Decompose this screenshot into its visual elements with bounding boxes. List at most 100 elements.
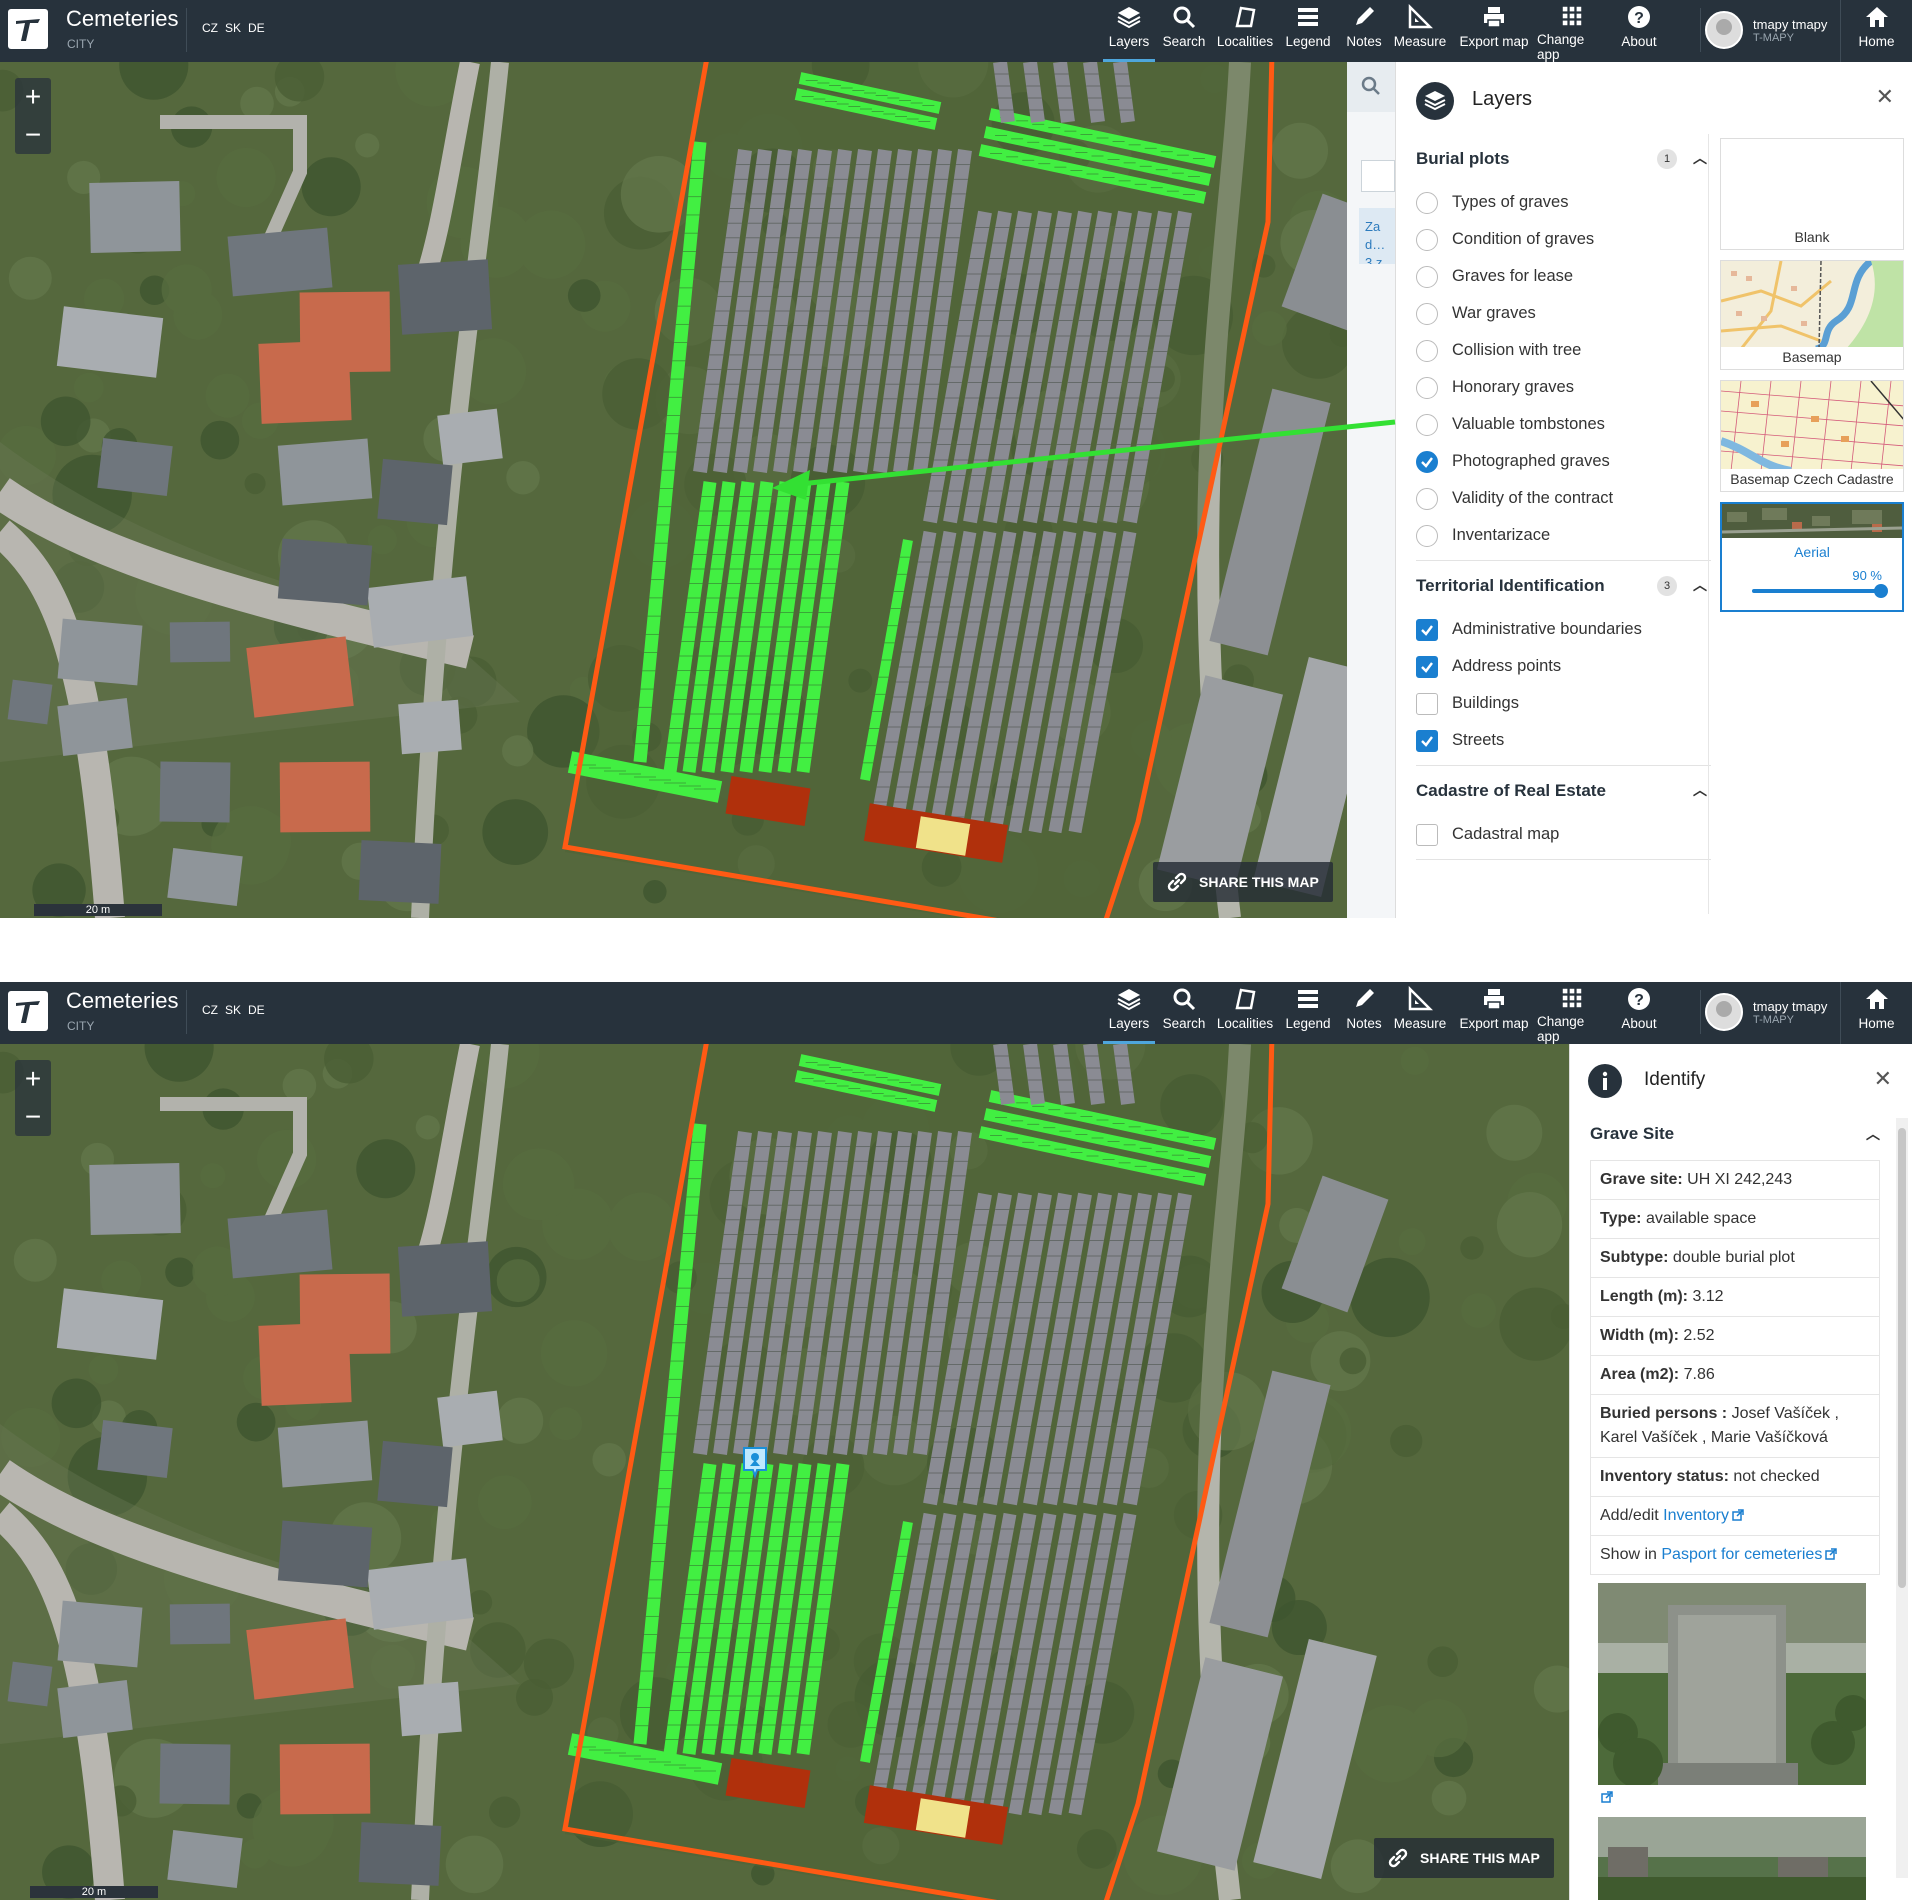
layer-radio[interactable]: [1416, 487, 1438, 510]
tool-about[interactable]: ? About: [1607, 0, 1671, 62]
zoom-in-button[interactable]: +: [15, 1060, 51, 1098]
tool-legend[interactable]: Legend: [1277, 0, 1339, 62]
close-icon[interactable]: ✕: [1876, 84, 1894, 110]
external-link-icon[interactable]: [1590, 1785, 1880, 1811]
layer-item[interactable]: Valuable tombstones: [1416, 406, 1711, 443]
layer-item[interactable]: Inventarizace: [1416, 517, 1711, 554]
tool-export-map[interactable]: Export map: [1451, 982, 1537, 1044]
app-logo[interactable]: [8, 9, 48, 49]
tool-legend[interactable]: Legend: [1277, 982, 1339, 1044]
tool-export-map[interactable]: Export map: [1451, 0, 1537, 62]
chevron-up-icon[interactable]: ︿: [1693, 148, 1707, 168]
tool-notes[interactable]: Notes: [1339, 982, 1389, 1044]
layer-item[interactable]: Photographed graves: [1416, 443, 1711, 480]
share-map-button[interactable]: SHARE THIS MAP: [1374, 1838, 1554, 1878]
zoom-out-button[interactable]: −: [15, 1098, 51, 1136]
app-logo[interactable]: [8, 991, 48, 1031]
legend-icon: [1298, 8, 1318, 26]
layer-group-header[interactable]: Burial plots 1 ︿: [1416, 134, 1711, 184]
home-button[interactable]: Home: [1840, 982, 1912, 1044]
chevron-up-icon[interactable]: ︿: [1693, 575, 1707, 595]
lang-de[interactable]: DE: [248, 1003, 265, 1017]
layer-radio[interactable]: [1416, 376, 1438, 399]
zoom-out-button[interactable]: −: [15, 116, 51, 154]
layer-radio[interactable]: [1416, 413, 1438, 436]
layer-radio[interactable]: [1416, 302, 1438, 325]
aerial-map[interactable]: [0, 62, 1347, 918]
layer-group-header[interactable]: Cadastre of Real Estate ︿: [1416, 766, 1711, 816]
search-input-edge[interactable]: [1361, 160, 1395, 192]
tool-search[interactable]: Search: [1155, 0, 1213, 62]
pasport-link[interactable]: Pasport for cemeteries: [1661, 1546, 1838, 1563]
layer-radio[interactable]: [1416, 191, 1438, 214]
tool-search[interactable]: Search: [1155, 982, 1213, 1044]
tool-about[interactable]: ? About: [1607, 982, 1671, 1044]
map-view[interactable]: [0, 62, 1347, 918]
layer-item[interactable]: Condition of graves: [1416, 221, 1711, 258]
map-view[interactable]: [0, 1044, 1569, 1900]
tool-layers[interactable]: Layers: [1103, 982, 1155, 1044]
section-header[interactable]: Grave Site ︿: [1590, 1114, 1880, 1154]
layer-checkbox[interactable]: [1416, 618, 1438, 641]
layer-item[interactable]: Streets: [1416, 722, 1711, 759]
scrollbar[interactable]: [1896, 1118, 1908, 1878]
home-button[interactable]: Home: [1840, 0, 1912, 62]
tool-change-app[interactable]: Change app: [1537, 0, 1607, 62]
layer-item[interactable]: War graves: [1416, 295, 1711, 332]
user-menu[interactable]: tmapy tmapy T-MAPY: [1700, 8, 1827, 52]
layer-item[interactable]: Types of graves: [1416, 184, 1711, 221]
basemap-basemap[interactable]: Basemap: [1720, 260, 1904, 370]
layer-item[interactable]: Collision with tree: [1416, 332, 1711, 369]
basemap-blank[interactable]: Blank: [1720, 138, 1904, 250]
lang-cz[interactable]: CZ: [202, 1003, 218, 1017]
layer-item[interactable]: Address points: [1416, 648, 1711, 685]
layer-radio[interactable]: [1416, 339, 1438, 362]
chevron-up-icon[interactable]: ︿: [1693, 780, 1707, 800]
tool-change-app[interactable]: Change app: [1537, 982, 1607, 1044]
layer-radio[interactable]: [1416, 450, 1438, 473]
layer-radio[interactable]: [1416, 265, 1438, 288]
grave-photo[interactable]: [1598, 1817, 1866, 1900]
search-panel-edge[interactable]: [1347, 62, 1395, 112]
basemap-czech-cadastre[interactable]: Basemap Czech Cadastre: [1720, 380, 1904, 492]
opacity-slider[interactable]: [1752, 584, 1888, 598]
zoom-in-button[interactable]: +: [15, 78, 51, 116]
close-icon[interactable]: ✕: [1874, 1066, 1892, 1092]
tool-layers[interactable]: Layers: [1103, 0, 1155, 62]
scrollbar-thumb[interactable]: [1898, 1128, 1906, 1588]
lang-cz[interactable]: CZ: [202, 21, 218, 35]
tool-measure[interactable]: Measure: [1389, 982, 1451, 1044]
layer-item[interactable]: Honorary graves: [1416, 369, 1711, 406]
lang-sk[interactable]: SK: [225, 21, 241, 35]
layer-checkbox[interactable]: [1416, 692, 1438, 715]
layer-group-header[interactable]: Territorial Identification 3 ︿: [1416, 561, 1711, 611]
layer-checkbox[interactable]: [1416, 655, 1438, 678]
aerial-map[interactable]: [0, 1044, 1569, 1900]
layer-item[interactable]: Cadastral map: [1416, 816, 1711, 853]
layer-item[interactable]: Graves for lease: [1416, 258, 1711, 295]
layer-label: Honorary graves: [1452, 378, 1574, 396]
basemap-label: Basemap Czech Cadastre: [1721, 469, 1903, 491]
home-icon: [1865, 7, 1888, 27]
layer-radio[interactable]: [1416, 228, 1438, 251]
layer-item[interactable]: Validity of the contract: [1416, 480, 1711, 517]
tool-measure[interactable]: Measure: [1389, 0, 1451, 62]
tool-localities[interactable]: Localities: [1213, 982, 1277, 1044]
grave-photo[interactable]: [1598, 1583, 1866, 1785]
inventory-link[interactable]: Inventory: [1663, 1507, 1744, 1524]
layer-checkbox[interactable]: [1416, 823, 1438, 846]
layer-item[interactable]: Administrative boundaries: [1416, 611, 1711, 648]
layer-item[interactable]: Buildings: [1416, 685, 1711, 722]
lang-de[interactable]: DE: [248, 21, 265, 35]
lang-sk[interactable]: SK: [225, 1003, 241, 1017]
link-icon: [1167, 872, 1187, 892]
top-toolbar: Cemeteries CITY CZ SK DE Layers Search L…: [0, 0, 1912, 62]
basemap-aerial[interactable]: Aerial 90 %: [1720, 502, 1904, 612]
layer-checkbox[interactable]: [1416, 729, 1438, 752]
share-map-button[interactable]: SHARE THIS MAP: [1153, 862, 1333, 902]
layer-radio[interactable]: [1416, 524, 1438, 547]
map-marker-icon[interactable]: [740, 1444, 770, 1480]
user-menu[interactable]: tmapy tmapy T-MAPY: [1700, 990, 1827, 1034]
tool-notes[interactable]: Notes: [1339, 0, 1389, 62]
tool-localities[interactable]: Localities: [1213, 0, 1277, 62]
